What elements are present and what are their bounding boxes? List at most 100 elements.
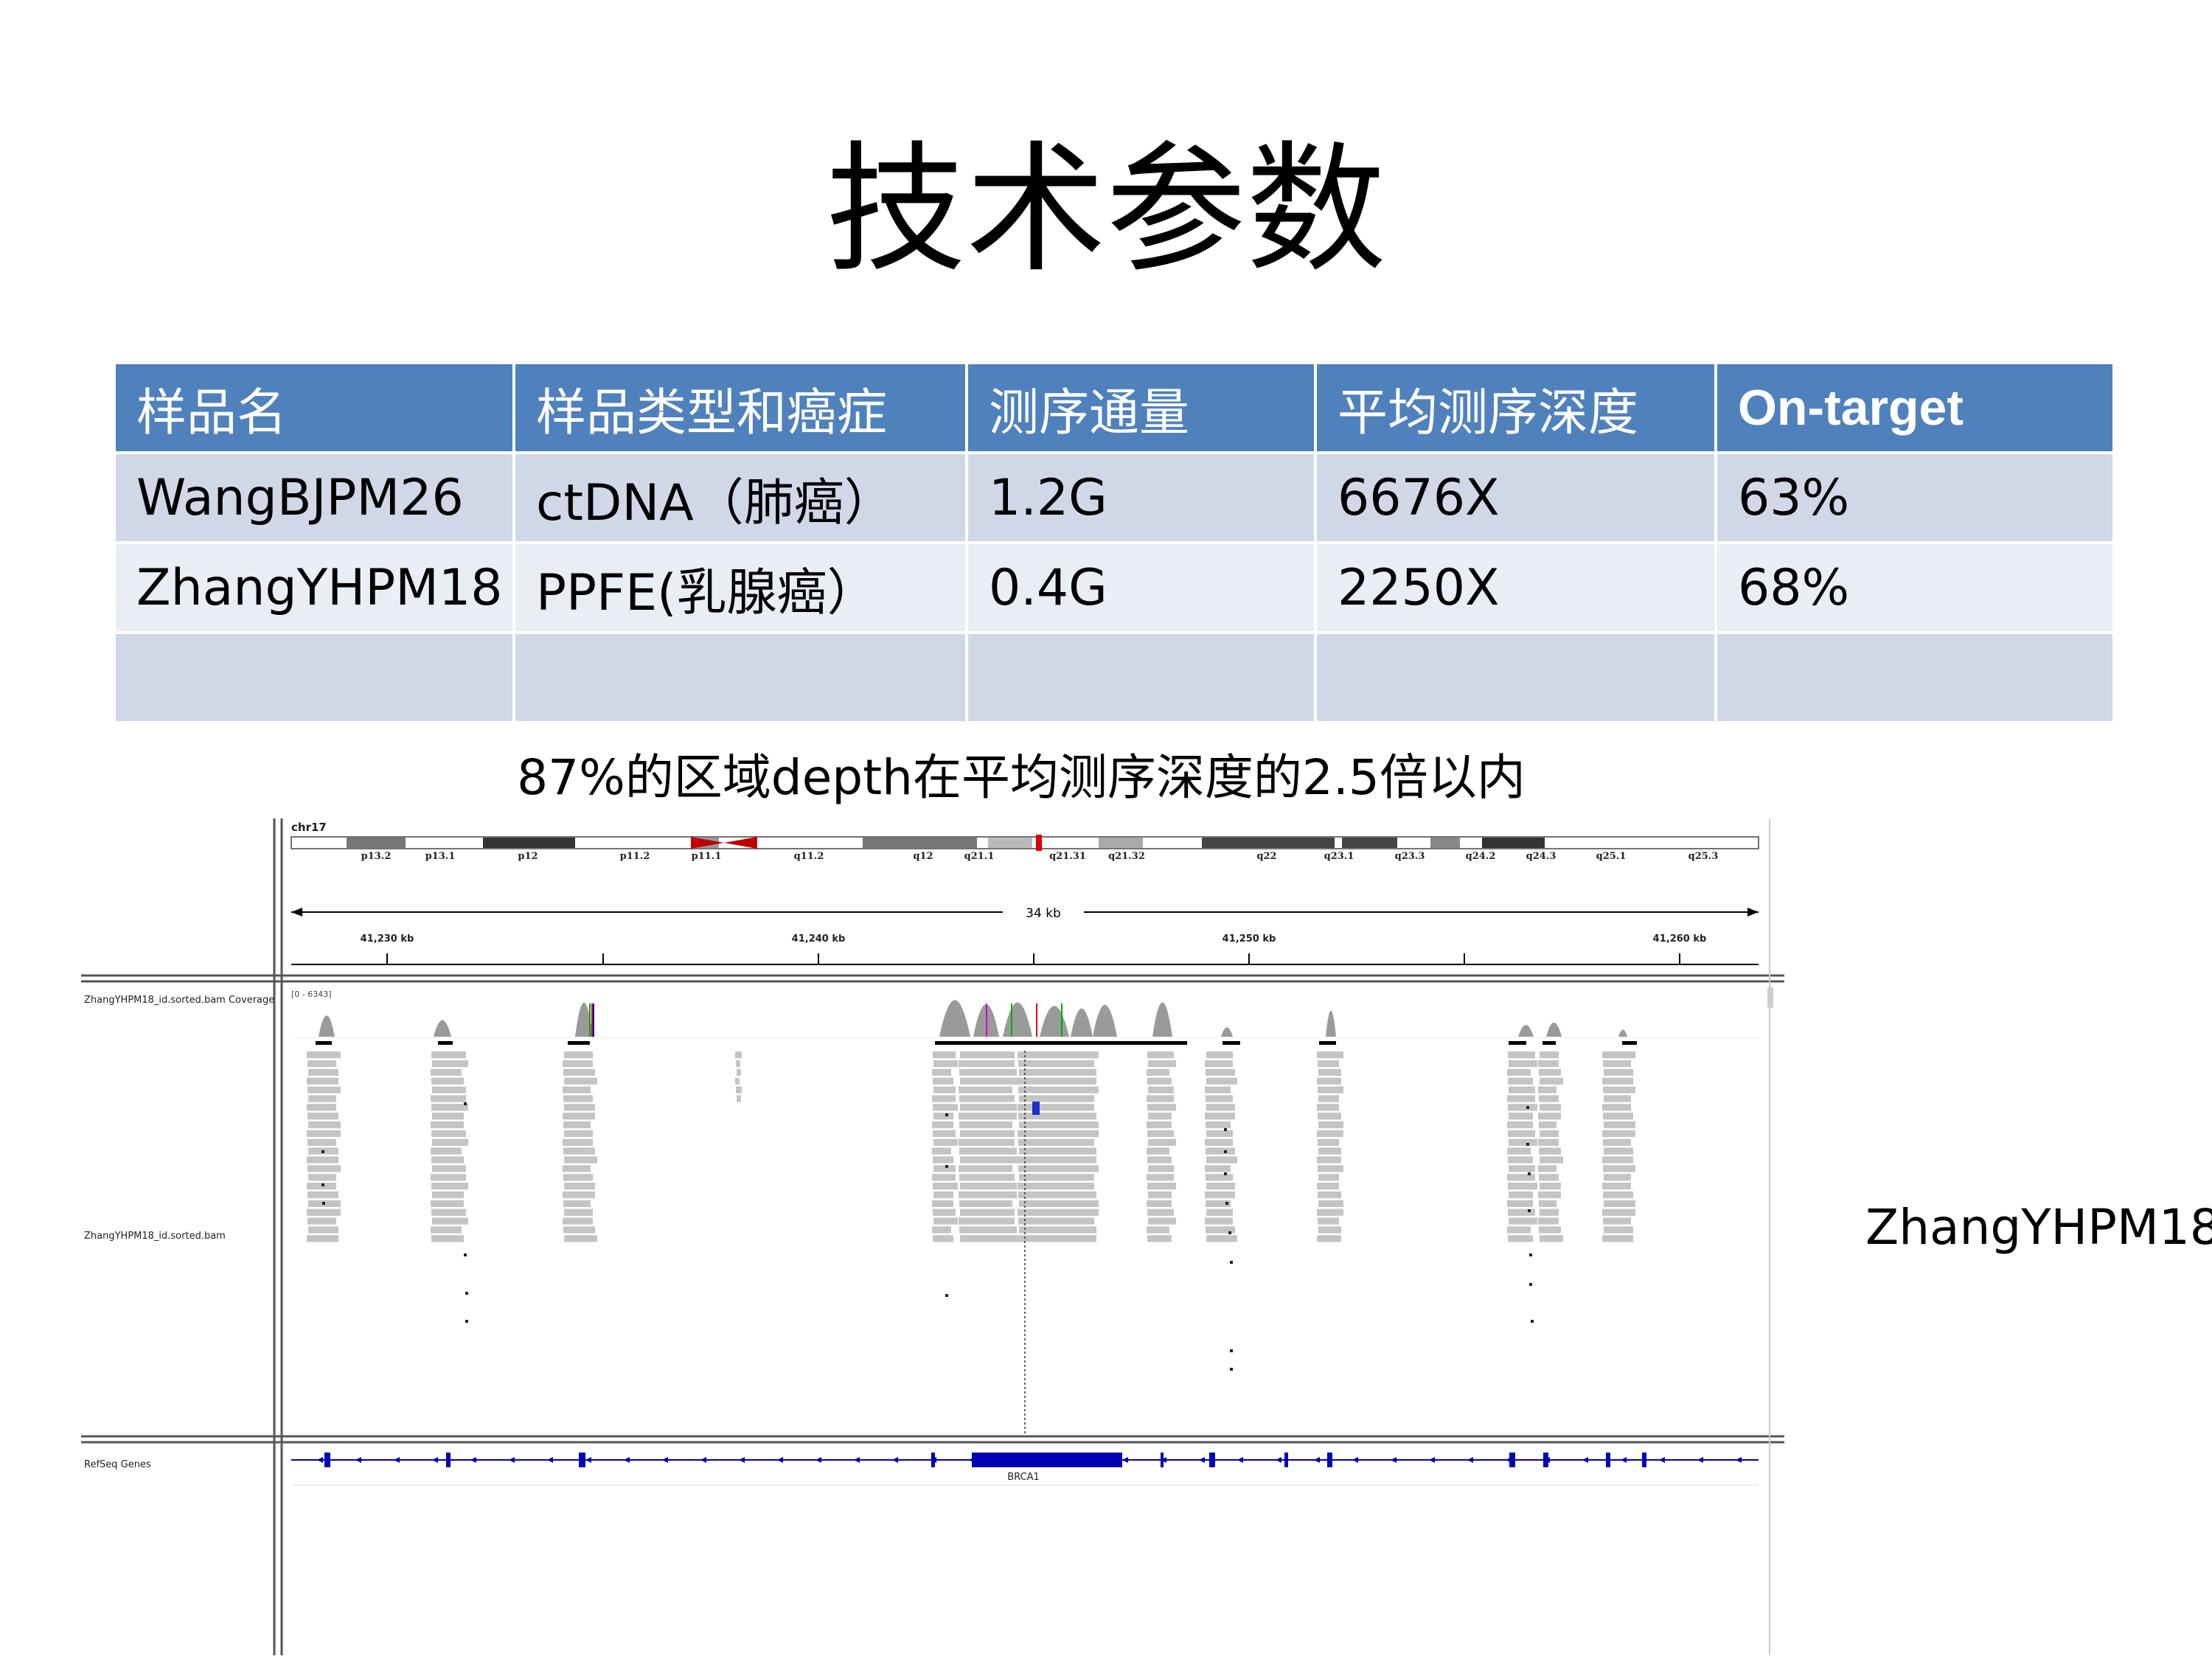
aligned-read [1147,1095,1174,1102]
gene-track-name[interactable]: RefSeq Genes [84,1459,151,1470]
aligned-read [1205,1165,1231,1172]
table-cell: PPFE(乳腺癌） [512,541,968,634]
aligned-read [960,1077,1019,1085]
aligned-read [1205,1113,1235,1120]
aligned-read [432,1217,468,1225]
aligned-read [1509,1086,1535,1093]
aligned-read [1147,1174,1174,1181]
aligned-read [564,1077,597,1085]
coverage-bar [1222,1041,1240,1045]
aligned-read [933,1060,958,1068]
aligned-read [1538,1217,1559,1225]
aligned-read [1018,1217,1094,1225]
aligned-read [1318,1086,1343,1093]
aligned-read [307,1077,338,1085]
aligned-read [1540,1156,1563,1164]
ideogram-band [1430,838,1460,848]
aligned-read [563,1191,595,1199]
aligned-read [932,1226,951,1234]
aligned-read [1604,1200,1635,1208]
exon [1284,1453,1288,1467]
coverage-track-name[interactable]: ZhangYHPM18_id.sorted.bam Coverage [84,995,274,1006]
mismatch-dot [464,1102,467,1105]
aligned-read [1604,1068,1633,1077]
ruler-tick-label: 41,260 kb [1653,933,1707,945]
band-label: q24.2 [1466,851,1496,862]
aligned-read [1540,1051,1559,1059]
ideogram-band [1099,838,1143,848]
table-cell: 63% [1714,451,2115,544]
aligned-read [1018,1208,1099,1216]
aligned-read [1318,1138,1339,1146]
aligned-read [1148,1060,1176,1068]
aligned-read [959,1217,1015,1225]
ideogram-band [1482,838,1545,848]
aligned-read [431,1121,464,1129]
aligned-read [1318,1226,1341,1234]
aligned-read [1018,1138,1094,1146]
aligned-read [1539,1200,1557,1208]
aligned-read [1147,1226,1169,1234]
aligned-read [431,1068,462,1077]
aligned-read [1507,1147,1531,1155]
aligned-read [563,1226,595,1234]
table-cell [1314,631,1717,724]
coverage-bar [1319,1041,1336,1045]
aligned-read [1539,1226,1561,1234]
aligned-read [1019,1068,1096,1077]
aligned-read [1507,1121,1533,1129]
aligned-read [307,1086,341,1093]
mismatch-dot [1529,1253,1532,1256]
band-label: p13.2 [361,851,392,862]
aligned-read [737,1068,741,1077]
aligned-read [932,1147,951,1155]
aligned-read [431,1182,468,1190]
mismatch-dot [465,1292,468,1295]
aligned-read [431,1226,462,1234]
coverage-caption: 87%的区域depth在平均测序深度的2.5倍以内 [517,749,1526,806]
aligned-read [432,1113,464,1120]
aligned-read [563,1174,593,1181]
mismatch-dot [465,1320,468,1323]
exon [324,1453,330,1467]
aligned-read [1603,1217,1631,1225]
aligned-read [959,1138,1015,1146]
aligned-read [1508,1077,1533,1085]
band-label: p11.1 [692,851,722,862]
aligned-read [1205,1138,1233,1146]
aligned-read [1603,1086,1635,1093]
aligned-read [1018,1165,1099,1172]
table-cell [965,631,1317,724]
aligned-read [1205,1086,1231,1093]
aligned-read [1507,1200,1533,1208]
aligned-read [1206,1104,1235,1111]
aligned-read [960,1182,1017,1190]
aligned-read [307,1191,338,1199]
scrollbar-thumb[interactable] [1767,987,1773,1009]
band-label: q21.31 [1049,851,1086,862]
header-sample-type: 样品类型和癌症 [512,361,968,454]
aligned-read [1603,1191,1633,1199]
coverage-bar [438,1041,453,1045]
alignment-track-name[interactable]: ZhangYHPM18_id.sorted.bam [84,1231,226,1242]
mismatch-dot [464,1253,467,1256]
aligned-read [431,1077,464,1085]
aligned-read [1508,1235,1533,1242]
aligned-read [307,1138,336,1146]
aligned-read [1603,1060,1631,1068]
table-cell: 0.4G [965,541,1317,634]
aligned-read [932,1095,956,1102]
aligned-read [308,1226,338,1234]
aligned-read [1206,1051,1233,1059]
band-label: q25.1 [1596,851,1627,862]
aligned-read [959,1174,1015,1181]
aligned-read [1508,1156,1533,1164]
slide-title: 技术参数 [825,128,1386,291]
table-cell: WangBJPM26 [113,451,515,544]
mismatch-dot [1529,1283,1532,1286]
aligned-read [1318,1174,1339,1181]
aligned-read [960,1208,1015,1216]
band-label: q25.3 [1688,851,1719,862]
aligned-read [307,1217,336,1225]
aligned-read [1604,1226,1633,1234]
